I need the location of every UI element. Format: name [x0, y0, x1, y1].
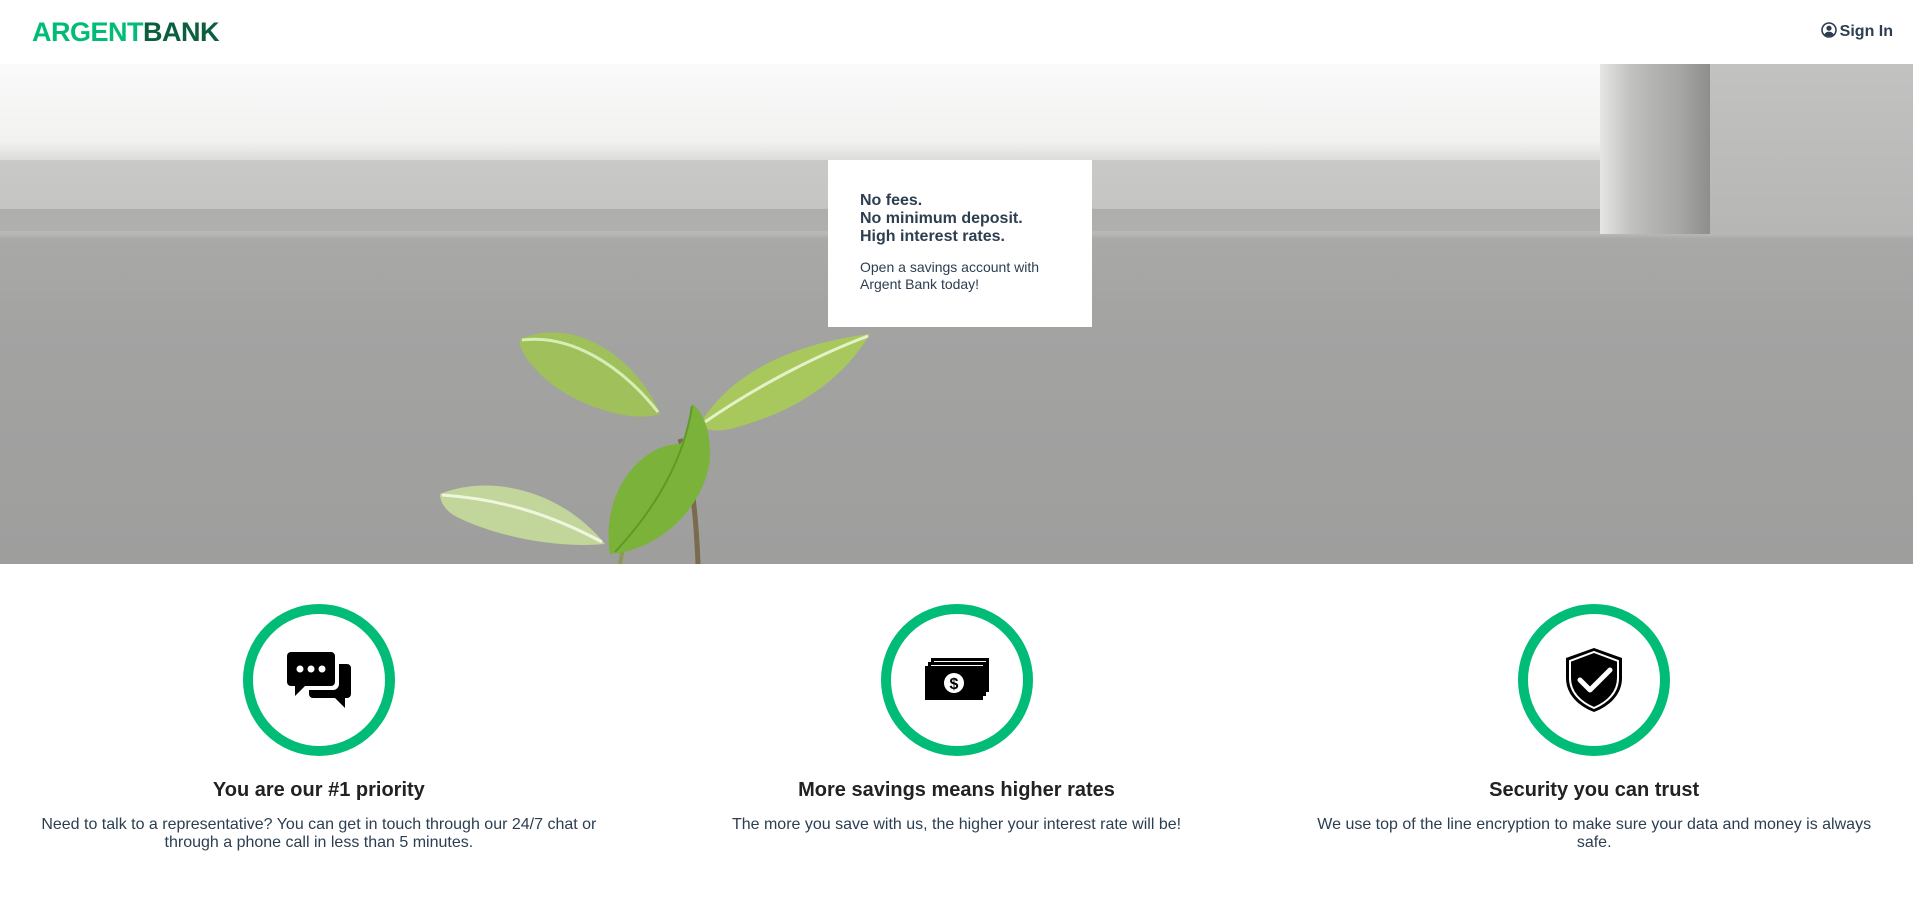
feature-icon-ring — [242, 604, 395, 756]
promo-subtitle: No minimum deposit. — [860, 210, 1023, 227]
feature-text: The more you save with us, the higher yo… — [731, 816, 1182, 833]
promo-subtitle: No fees. — [860, 192, 923, 209]
feature-item: Security you can trust We use top of the… — [1275, 564, 1913, 911]
feature-item: $ More savings means higher rates The mo… — [638, 564, 1276, 911]
hero-banner: No fees. No minimum deposit. High intere… — [0, 64, 1913, 564]
features-section: You are our #1 priority Need to talk to … — [0, 564, 1913, 911]
user-circle-icon — [1820, 21, 1837, 43]
feature-text: We use top of the line encryption to mak… — [1317, 816, 1872, 851]
promo-subtitle: High interest rates. — [860, 228, 1005, 245]
sign-in-label: Sign In — [1839, 23, 1893, 40]
money-icon: $ — [924, 658, 989, 700]
sign-in-link[interactable]: Sign In — [1820, 21, 1893, 43]
promo-text: Open a savings account with Argent Bank … — [860, 259, 1039, 292]
logo-text-bank: BANK — [143, 16, 220, 47]
hero-window-frame — [1600, 64, 1913, 234]
promo-card: No fees. No minimum deposit. High intere… — [828, 160, 1092, 327]
plant-image — [440, 332, 870, 564]
hero-window-light — [0, 64, 1600, 160]
main-nav: ARGENT BANK Sign In — [0, 0, 1913, 64]
feature-title: You are our #1 priority — [212, 779, 425, 801]
shield-check-icon — [1566, 648, 1623, 712]
svg-text:$: $ — [949, 676, 958, 693]
feature-title: More savings means higher rates — [798, 779, 1115, 801]
feature-icon-ring: $ — [880, 604, 1033, 756]
logo-text-argent: ARGENT — [32, 16, 144, 47]
chat-icon — [286, 652, 351, 708]
feature-icon-ring — [1518, 604, 1671, 756]
feature-item: You are our #1 priority Need to talk to … — [0, 564, 638, 911]
feature-title: Security you can trust — [1489, 779, 1700, 801]
feature-text: Need to talk to a representative? You ca… — [41, 816, 597, 851]
argent-bank-logo[interactable]: ARGENT BANK — [32, 16, 220, 48]
